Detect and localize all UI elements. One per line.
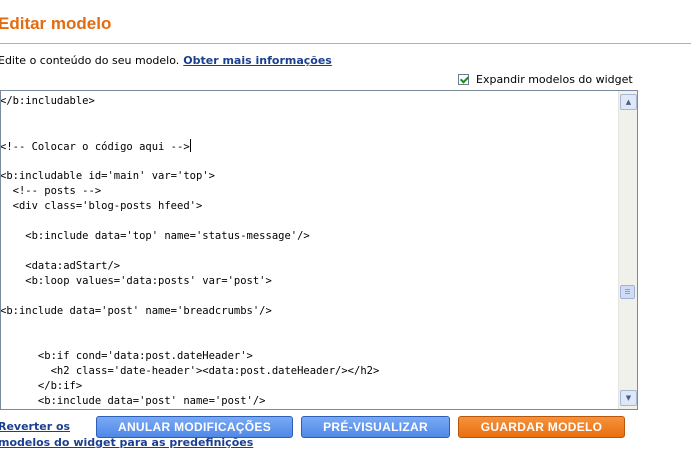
more-info-link[interactable]: Obter mais informações xyxy=(183,54,332,67)
cancel-changes-button[interactable]: ANULAR MODIFICAÇÕES xyxy=(96,416,293,438)
intro-text: Edite o conteúdo do seu modelo. Obter mai… xyxy=(0,54,332,67)
scroll-up-icon[interactable]: ▲ xyxy=(620,94,637,110)
text-cursor xyxy=(189,139,191,152)
code-line[interactable]: <data:adStart/> xyxy=(1,259,120,274)
code-line[interactable]: <!-- Colocar o código aqui --> xyxy=(1,139,191,154)
code-line[interactable]: <div class='blog-posts hfeed'> xyxy=(1,199,203,214)
code-line[interactable]: <b:include data='top' name='status-messa… xyxy=(1,229,309,244)
code-line[interactable]: </b:if> xyxy=(1,379,82,394)
scroll-down-icon[interactable]: ▼ xyxy=(620,390,637,406)
template-code-area[interactable]: </b:includable> <!-- Colocar o código aqu… xyxy=(1,91,619,409)
page-title: Editar modelo xyxy=(0,14,112,33)
title-divider xyxy=(0,43,691,44)
preview-button[interactable]: PRÉ-VISUALIZAR xyxy=(301,416,450,438)
code-line[interactable]: <!-- posts --> xyxy=(1,184,102,199)
scroll-thumb[interactable] xyxy=(620,285,635,299)
intro-description: Edite o conteúdo do seu modelo. xyxy=(0,54,180,67)
expand-widgets-label: Expandir modelos do widget xyxy=(476,73,633,86)
code-line[interactable]: <b:include data='post' name='post'/> xyxy=(1,394,266,409)
expand-widgets-option[interactable]: Expandir modelos do widget xyxy=(458,73,633,86)
editor-scrollbar[interactable]: ▲ ▼ xyxy=(618,91,637,409)
save-template-button[interactable]: GUARDAR MODELO xyxy=(458,416,625,438)
code-line[interactable]: <h2 class='date-header'><data:post.dateH… xyxy=(1,364,380,379)
code-line[interactable]: </b:includable> xyxy=(1,94,95,109)
code-line[interactable]: <b:include data='post' name='breadcrumbs… xyxy=(1,304,272,319)
code-line[interactable]: <b:includable id='main' var='top'> xyxy=(1,169,215,184)
template-editor[interactable]: </b:includable> <!-- Colocar o código aqu… xyxy=(0,90,638,410)
code-line[interactable]: <b:loop values='data:posts' var='post'> xyxy=(1,274,272,289)
expand-widgets-checkbox[interactable] xyxy=(458,74,469,85)
code-line[interactable]: <b:if cond='data:post.dateHeader'> xyxy=(1,349,253,364)
